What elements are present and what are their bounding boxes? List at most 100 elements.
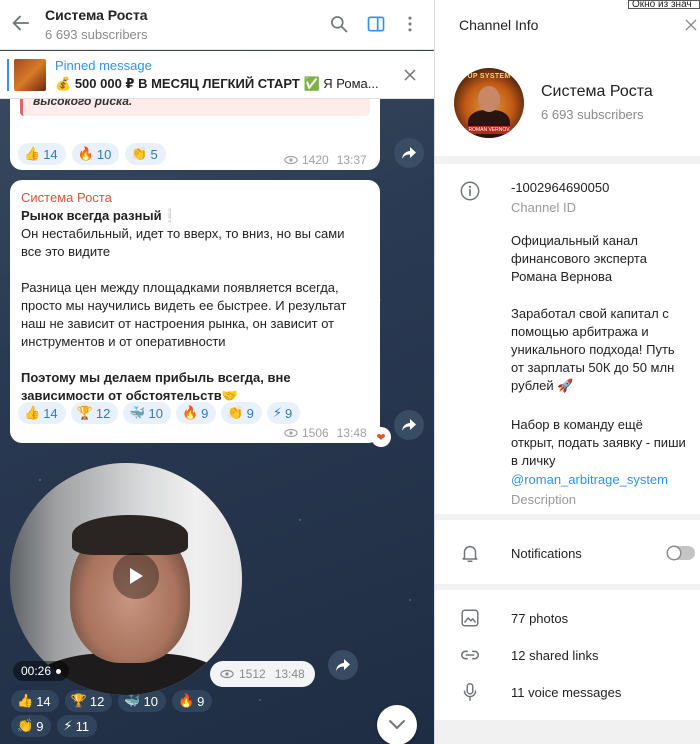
photos-count[interactable]: 77 photos (511, 610, 689, 628)
channel-id[interactable]: -1002964690050 (511, 179, 689, 197)
share-icon (336, 659, 350, 671)
description-link[interactable]: @roman_arbitrage_system (511, 471, 689, 489)
reaction-chip[interactable]: 🔥 9 (175, 402, 217, 424)
reaction-chip[interactable]: 👏 9 (221, 402, 262, 424)
share-button[interactable] (394, 138, 424, 168)
back-arrow-icon[interactable] (10, 12, 32, 34)
close-pinned-icon[interactable] (402, 67, 418, 83)
video-duration-text: 00:26 (21, 664, 52, 678)
shared-media: 77 photos 12 shared links 11 voice messa… (435, 590, 700, 720)
channel-info-title: Channel Info (459, 17, 539, 33)
view-count: 1420 (302, 153, 329, 167)
thumbs-up-emoji: 👍 (24, 405, 41, 420)
reaction-count: 9 (36, 718, 44, 734)
message-bubble[interactable]: Система Роста Рынок всегда разный❕ Он не… (10, 180, 380, 443)
thumbs-up-emoji: 👍 (24, 146, 41, 161)
share-button[interactable] (328, 650, 358, 680)
notifications-label: Notifications (511, 546, 582, 561)
shared-links-count[interactable]: 12 shared links (511, 647, 689, 665)
reaction-count: 12 (95, 405, 111, 421)
reaction-chip[interactable]: 🐳 10 (123, 402, 171, 424)
channel-name: Система Роста (541, 83, 653, 100)
message-time: 13:48 (336, 426, 367, 440)
avatar-title: UP SYSTEM (467, 73, 511, 80)
reaction-count: 9 (201, 405, 209, 421)
chevron-down-icon (389, 720, 405, 730)
scroll-down-button[interactable] (377, 705, 417, 744)
chat-header: Система Роста 6 693 subscribers (0, 0, 434, 50)
reaction-chip[interactable]: ⚡ 11 (57, 715, 98, 737)
share-button[interactable] (394, 410, 424, 440)
reaction-count: 10 (148, 405, 163, 421)
channel-avatar[interactable]: UP SYSTEM ROMAN VERNOV (454, 68, 524, 138)
message-paragraph-bold: Поэтому мы делаем прибыль всегда, вне за… (21, 370, 291, 403)
channel-profile: UP SYSTEM ROMAN VERNOV Система Роста 6 6… (435, 50, 700, 156)
sidebar-toggle-icon[interactable] (366, 14, 386, 34)
message-text: Рынок всегда разный❕ Он нестабильный, ид… (21, 207, 366, 405)
more-icon[interactable] (400, 14, 420, 34)
clap-emoji: 👏 (131, 146, 148, 161)
close-icon[interactable] (683, 17, 699, 33)
pinned-bold-text: 500 000 ₽ В МЕСЯЦ ЛЕГКИЙ СТАРТ (74, 76, 300, 91)
description-paragraph: Набор в команду ещё открыт, подать заявк… (511, 417, 686, 468)
voice-messages-count[interactable]: 11 voice messages (511, 684, 689, 702)
fire-emoji: 🔥 (177, 693, 195, 708)
views-icon (284, 428, 298, 438)
message-time: 13:48 (274, 667, 305, 681)
reaction-count: 11 (75, 718, 90, 734)
reaction-count: 9 (284, 405, 293, 421)
views-icon (284, 155, 298, 165)
clap-emoji: 👏 (227, 405, 244, 420)
pinned-rest-text: Я Рома... (323, 76, 379, 91)
pinned-thumbnail (14, 59, 46, 91)
share-icon (402, 419, 416, 431)
message-meta: 1512 13:48 (210, 661, 315, 687)
fire-emoji: 🔥 (181, 405, 199, 420)
view-count: 1506 (302, 426, 329, 440)
reaction-count: 14 (43, 146, 58, 162)
thumbs-up-emoji: 👍 (17, 693, 34, 708)
bell-icon (462, 545, 478, 562)
pinned-label: Pinned message (55, 58, 152, 73)
pinned-message[interactable]: Pinned message 💰 500 000 ₽ В МЕСЯЦ ЛЕГКИ… (0, 51, 434, 99)
check-emoji: ✅ (303, 76, 320, 91)
info-icon (460, 181, 480, 201)
link-icon (460, 650, 480, 660)
money-bag-emoji: 💰 (55, 76, 72, 91)
reaction-count: 9 (246, 405, 254, 421)
views-icon (220, 669, 234, 679)
reaction-chip[interactable]: 👏 5 (125, 143, 166, 165)
play-button[interactable] (113, 553, 159, 599)
message-meta: 1420 13:37 (284, 153, 367, 167)
reaction-count: 14 (36, 693, 51, 709)
reactions-row: 👏 9 ⚡ 11 (11, 715, 98, 737)
heart-reaction-badge[interactable]: ❤ (371, 427, 391, 447)
chat-panel: Система Роста 6 693 subscribers Pinned m… (0, 0, 434, 744)
view-count: 1512 (239, 667, 266, 681)
video-duration: 00:26 (13, 661, 70, 681)
reaction-chip[interactable]: 🔥 10 (71, 143, 120, 165)
avatar-person-face (478, 86, 500, 112)
microphone-icon (463, 683, 477, 701)
message-time: 13:37 (336, 153, 367, 167)
reaction-chip[interactable]: 👍 14 (18, 143, 66, 165)
reaction-chip[interactable]: 🏆 12 (70, 402, 119, 424)
reaction-chip[interactable]: ⚡ 9 (266, 402, 301, 424)
clap-emoji: 👏 (17, 718, 34, 733)
message-meta: 1506 13:48 (284, 426, 367, 440)
search-icon[interactable] (329, 14, 349, 34)
whale-emoji: 🐳 (129, 405, 146, 420)
reaction-chip[interactable]: 👏 9 (11, 715, 52, 737)
chat-title[interactable]: Система Роста (45, 7, 148, 23)
reactions-row: 👍 14 🔥 10 👏 5 (18, 143, 166, 165)
window-tag: Окно из знач (628, 0, 700, 9)
reaction-chip[interactable]: 👍 14 (18, 402, 66, 424)
section-divider (435, 514, 700, 520)
channel-subscribers: 6 693 subscribers (541, 107, 644, 122)
message-author[interactable]: Система Роста (21, 190, 112, 205)
reaction-count: 14 (43, 405, 58, 421)
description-label: Description (511, 492, 577, 507)
trophy-emoji: 🏆 (76, 405, 93, 420)
trophy-emoji: 🏆 (70, 693, 87, 708)
notifications-toggle[interactable] (667, 546, 695, 560)
